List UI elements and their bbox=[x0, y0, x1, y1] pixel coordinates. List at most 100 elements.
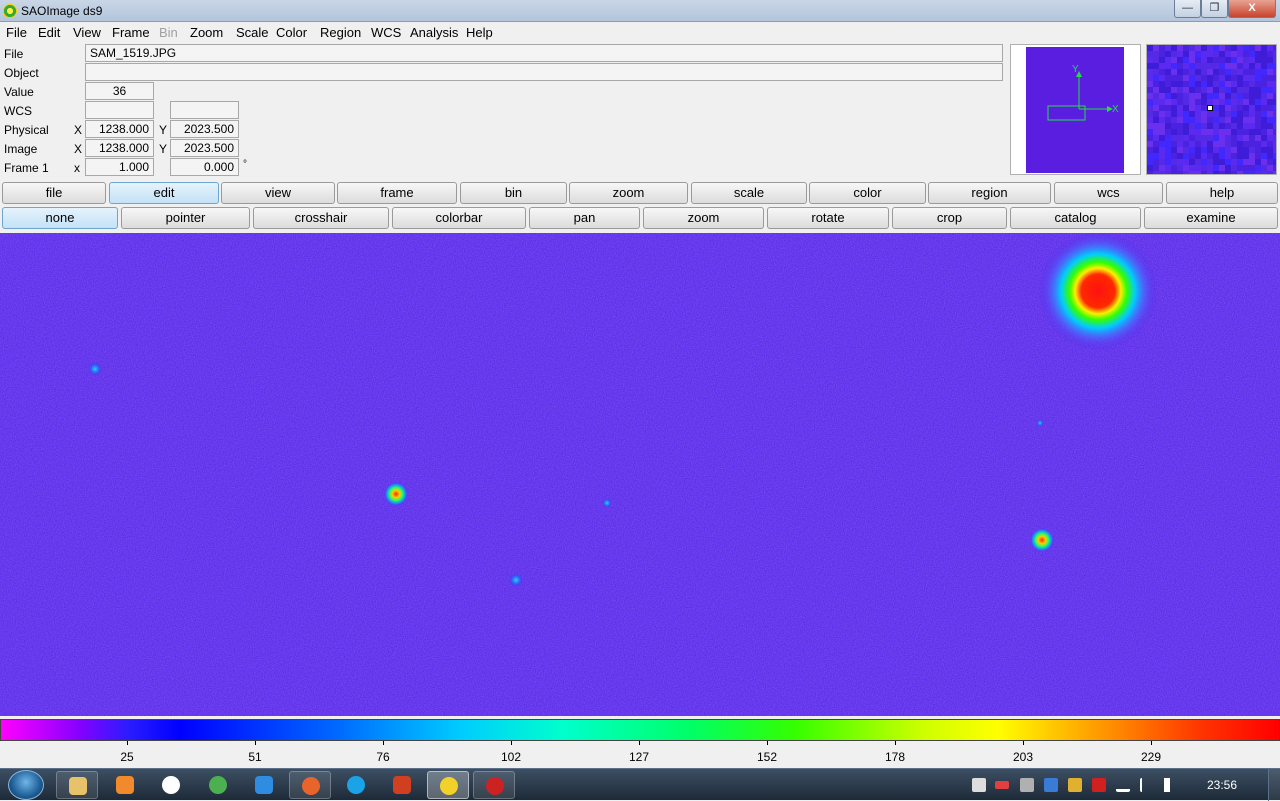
chrome-icon bbox=[209, 776, 227, 794]
faint-star bbox=[88, 362, 102, 376]
colorbar-tick-label: 229 bbox=[1140, 750, 1162, 764]
button-edit[interactable]: edit bbox=[109, 182, 219, 204]
image-x-field: 1238.000 bbox=[85, 139, 154, 157]
colorbar-tick bbox=[639, 741, 640, 745]
button-mode-crop[interactable]: crop bbox=[892, 207, 1007, 229]
frame-zoom-field: 1.000 bbox=[85, 158, 154, 176]
button-mode-examine[interactable]: examine bbox=[1144, 207, 1278, 229]
show-desktop-button[interactable] bbox=[1268, 769, 1280, 801]
clock[interactable]: 23:56 bbox=[1207, 778, 1237, 792]
button-scale[interactable]: scale bbox=[691, 182, 807, 204]
panda-antivirus-icon bbox=[162, 776, 180, 794]
menu-zoom[interactable]: Zoom bbox=[190, 25, 223, 40]
button-mode-zoom[interactable]: zoom bbox=[643, 207, 764, 229]
button-mode-crosshair[interactable]: crosshair bbox=[253, 207, 389, 229]
menu-view[interactable]: View bbox=[73, 25, 101, 40]
taskbar-record-app-button[interactable] bbox=[473, 771, 515, 799]
language-flag-icon[interactable] bbox=[995, 781, 1009, 789]
button-help[interactable]: help bbox=[1166, 182, 1278, 204]
button-mode-pointer[interactable]: pointer bbox=[121, 207, 250, 229]
button-wcs[interactable]: wcs bbox=[1054, 182, 1163, 204]
colorbar-tick bbox=[511, 741, 512, 745]
close-button[interactable]: X bbox=[1228, 0, 1276, 18]
ds9-app-icon bbox=[3, 4, 17, 18]
menu-bin: Bin bbox=[159, 25, 178, 40]
object-label: Object bbox=[4, 66, 39, 80]
button-zoom[interactable]: zoom bbox=[569, 182, 688, 204]
frame-angle-field: 0.000 bbox=[170, 158, 239, 176]
antivirus-tray-icon[interactable] bbox=[1092, 778, 1106, 792]
maximize-button[interactable]: ❐ bbox=[1201, 0, 1228, 18]
image-canvas[interactable] bbox=[0, 233, 1280, 716]
degree-symbol: ° bbox=[243, 159, 247, 170]
physical-y-field: 2023.500 bbox=[170, 120, 239, 138]
menu-wcs[interactable]: WCS bbox=[371, 25, 401, 40]
menu-edit[interactable]: Edit bbox=[38, 25, 60, 40]
button-frame[interactable]: frame bbox=[337, 182, 457, 204]
image-label: Image bbox=[4, 142, 38, 156]
menu-file[interactable]: File bbox=[6, 25, 27, 40]
colorbar-tick-label: 152 bbox=[756, 750, 778, 764]
button-color[interactable]: color bbox=[809, 182, 926, 204]
taskbar-chrome-button[interactable] bbox=[197, 771, 239, 799]
power-icon[interactable] bbox=[972, 778, 986, 792]
image-y-axis-label: Y bbox=[159, 142, 168, 156]
colorbar-tick-label: 178 bbox=[884, 750, 906, 764]
button-region[interactable]: region bbox=[928, 182, 1051, 204]
menu-help[interactable]: Help bbox=[466, 25, 493, 40]
action-center-flag-icon[interactable] bbox=[1140, 778, 1154, 792]
colorbar[interactable] bbox=[0, 719, 1280, 741]
window-title: SAOImage ds9 bbox=[21, 4, 103, 18]
button-view[interactable]: view bbox=[221, 182, 335, 204]
menu-scale[interactable]: Scale bbox=[236, 25, 269, 40]
menu-analysis[interactable]: Analysis bbox=[410, 25, 458, 40]
volume-icon[interactable] bbox=[1164, 778, 1178, 792]
taskbar-media-player-button[interactable] bbox=[104, 771, 146, 799]
physical-x-axis-label: X bbox=[74, 123, 83, 137]
colorbar-tick-label: 127 bbox=[628, 750, 650, 764]
skype-icon bbox=[347, 776, 365, 794]
taskbar-firefox-button[interactable] bbox=[289, 771, 331, 799]
network-adapter-icon[interactable] bbox=[1044, 778, 1058, 792]
colorbar-tick-label: 203 bbox=[1012, 750, 1034, 764]
taskbar-skype-button[interactable] bbox=[335, 771, 377, 799]
wcs-field-2 bbox=[170, 101, 239, 119]
menu-color[interactable]: Color bbox=[276, 25, 307, 40]
magnifier-cursor bbox=[1207, 105, 1213, 111]
taskbar-ds9-button[interactable] bbox=[427, 771, 469, 799]
taskbar-game-app-button[interactable] bbox=[381, 771, 423, 799]
ds9-icon bbox=[440, 777, 458, 795]
menu-region[interactable]: Region bbox=[320, 25, 361, 40]
minimize-button[interactable]: — bbox=[1174, 0, 1201, 18]
button-mode-colorbar[interactable]: colorbar bbox=[392, 207, 526, 229]
faint-star bbox=[509, 573, 523, 587]
panner-x-label: X bbox=[1112, 104, 1119, 115]
colorbar-tick-label: 25 bbox=[120, 750, 134, 764]
physical-y-axis-label: Y bbox=[159, 123, 168, 137]
taskbar-panda-antivirus-button[interactable] bbox=[150, 771, 192, 799]
button-bin[interactable]: bin bbox=[460, 182, 567, 204]
image-x-axis-label: X bbox=[74, 142, 83, 156]
signal-icon[interactable] bbox=[1116, 778, 1130, 792]
file-name-field: SAM_1519.JPG bbox=[85, 44, 1003, 62]
app-tray-icon[interactable] bbox=[1068, 778, 1082, 792]
button-file[interactable]: file bbox=[2, 182, 106, 204]
menu-frame[interactable]: Frame bbox=[112, 25, 150, 40]
colorbar-tick-label: 102 bbox=[500, 750, 522, 764]
internet-explorer-icon bbox=[255, 776, 273, 794]
windows-explorer-icon bbox=[69, 777, 87, 795]
colorbar-tick bbox=[1023, 741, 1024, 745]
taskbar-windows-explorer-button[interactable] bbox=[56, 771, 98, 799]
panner[interactable]: Y X bbox=[1010, 44, 1141, 175]
button-mode-pan[interactable]: pan bbox=[529, 207, 640, 229]
start-button[interactable] bbox=[8, 770, 44, 800]
button-mode-catalog[interactable]: catalog bbox=[1010, 207, 1141, 229]
record-app-icon bbox=[486, 777, 504, 795]
taskbar-internet-explorer-button[interactable] bbox=[243, 771, 285, 799]
button-mode-rotate[interactable]: rotate bbox=[767, 207, 889, 229]
bright-star bbox=[1038, 233, 1158, 351]
device-icon[interactable] bbox=[1020, 778, 1034, 792]
image-y-field: 2023.500 bbox=[170, 139, 239, 157]
star bbox=[1030, 528, 1054, 552]
button-mode-none[interactable]: none bbox=[2, 207, 118, 229]
